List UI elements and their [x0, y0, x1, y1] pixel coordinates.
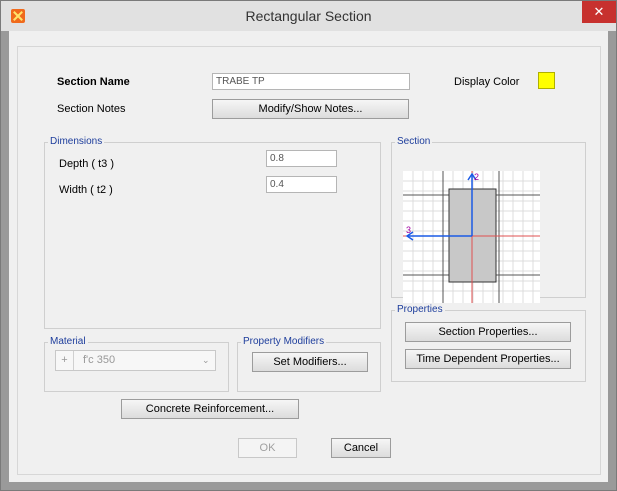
dimensions-group [44, 142, 381, 329]
dialog-panel: Section Name TRABE TP Display Color Sect… [17, 46, 601, 475]
dialog-client-area: Section Name TRABE TP Display Color Sect… [9, 31, 608, 482]
add-material-icon[interactable]: + [56, 351, 74, 370]
section-name-label: Section Name [57, 76, 130, 88]
time-dependent-properties-button[interactable]: Time Dependent Properties... [405, 349, 571, 369]
section-properties-button[interactable]: Section Properties... [405, 322, 571, 342]
section-title: Section [395, 136, 433, 147]
properties-title: Properties [395, 304, 445, 315]
close-button[interactable]: ✕ [582, 1, 616, 23]
concrete-reinforcement-button[interactable]: Concrete Reinforcement... [121, 399, 299, 419]
depth-label: Depth ( t3 ) [59, 158, 115, 170]
property-modifiers-title: Property Modifiers [241, 336, 327, 347]
material-title: Material [48, 336, 88, 347]
material-value: f'c 350 [83, 354, 116, 366]
display-color-swatch[interactable] [538, 72, 555, 89]
dimensions-title: Dimensions [48, 136, 105, 147]
modify-notes-button[interactable]: Modify/Show Notes... [212, 99, 409, 119]
section-drawing [403, 171, 540, 303]
width-input[interactable]: 0.4 [266, 176, 337, 193]
set-modifiers-button[interactable]: Set Modifiers... [252, 352, 368, 372]
ok-button[interactable]: OK [238, 438, 297, 458]
section-notes-label: Section Notes [57, 103, 126, 115]
axis-3-label: 3 [406, 225, 412, 235]
title-bar[interactable]: Rectangular Section ✕ [1, 1, 616, 31]
cancel-button[interactable]: Cancel [331, 438, 391, 458]
axis-2-label: 2 [474, 172, 480, 182]
chevron-down-icon[interactable]: ⌄ [202, 351, 210, 370]
dialog-window: Rectangular Section ✕ Section Name TRABE… [0, 0, 617, 491]
section-preview-canvas: 2 3 [403, 171, 540, 303]
material-select[interactable]: + f'c 350 ⌄ [55, 350, 216, 371]
properties-group [391, 310, 586, 382]
width-label: Width ( t2 ) [59, 184, 113, 196]
display-color-label: Display Color [454, 76, 520, 88]
depth-input[interactable]: 0.8 [266, 150, 337, 167]
section-name-input[interactable]: TRABE TP [212, 73, 410, 90]
window-title: Rectangular Section [245, 8, 372, 24]
